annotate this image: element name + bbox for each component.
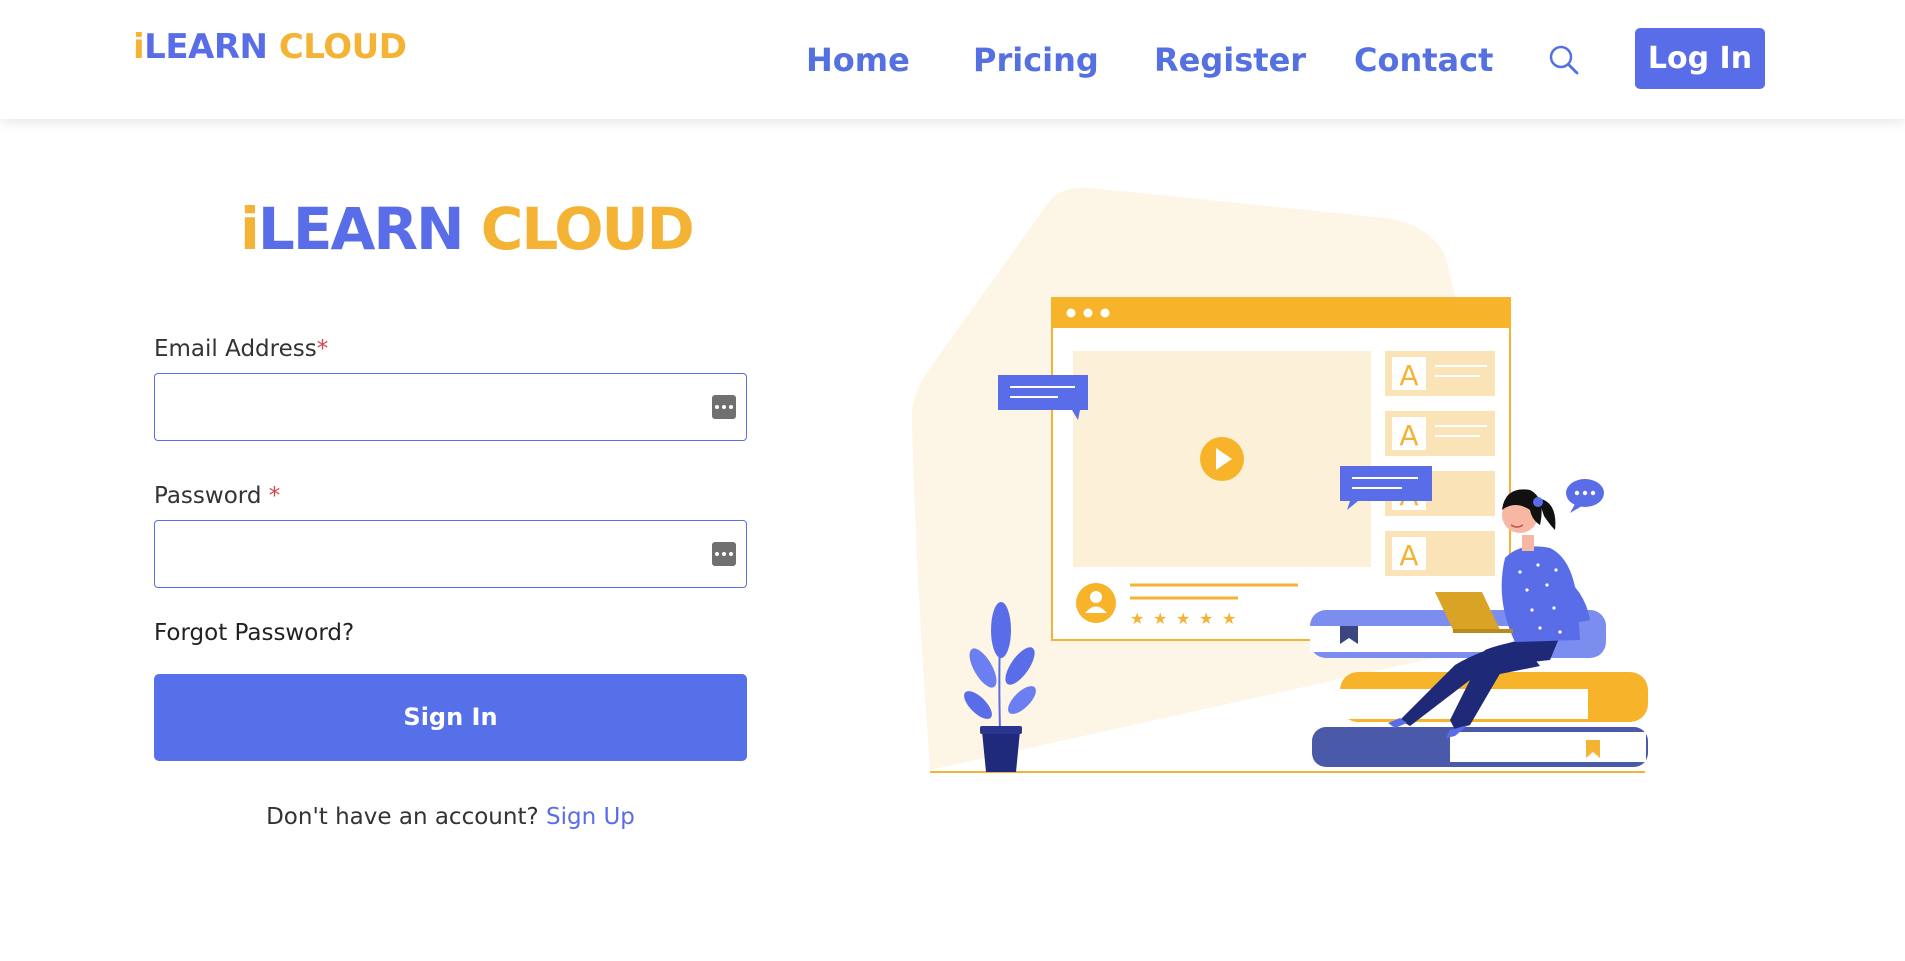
card-letter-a: A [1399, 359, 1418, 392]
sign-up-link[interactable]: Sign Up [546, 804, 635, 830]
email-label-text: Email Address [154, 336, 317, 362]
card-letter-a: A [1399, 539, 1418, 572]
form-brand-logo: iLEARN CLOUD [240, 200, 695, 258]
brand-logo-cloud: CLOUD [278, 27, 407, 67]
email-label: Email Address* [154, 336, 328, 362]
password-label: Password * [154, 483, 280, 509]
search-icon[interactable] [1546, 42, 1582, 78]
svg-text:★: ★ [1222, 609, 1236, 628]
brand-logo-i: i [133, 27, 145, 67]
password-label-text: Password [154, 483, 269, 509]
no-account-text: Don't have an account? [266, 804, 546, 830]
brand-logo[interactable]: iLEARN CLOUD [133, 27, 407, 67]
svg-text:★: ★ [1153, 609, 1167, 628]
signup-prompt: Don't have an account? Sign Up [154, 804, 747, 830]
forgot-password-link[interactable]: Forgot Password? [154, 620, 354, 646]
email-input[interactable] [155, 374, 746, 440]
form-brand-i: i [240, 195, 260, 263]
sign-in-button[interactable]: Sign In [154, 674, 747, 761]
form-brand-cloud: CLOUD [480, 195, 695, 263]
required-mark: * [316, 336, 329, 362]
card-letter-a: A [1399, 419, 1418, 452]
password-manager-icon[interactable] [712, 395, 736, 419]
login-button[interactable]: Log In [1635, 28, 1765, 89]
password-input[interactable] [155, 521, 746, 587]
brand-logo-learn: LEARN [144, 27, 268, 67]
svg-text:★: ★ [1199, 609, 1213, 628]
nav-contact-link[interactable]: Contact [1354, 35, 1493, 85]
nav-home-link[interactable]: Home [806, 35, 910, 85]
password-manager-icon[interactable] [712, 542, 736, 566]
online-learning-illustration: A A A A ★ ★ ★ ★ ★ [911, 187, 1648, 773]
svg-text:★: ★ [1176, 609, 1190, 628]
svg-text:★: ★ [1130, 609, 1144, 628]
form-brand-learn: LEARN [257, 195, 465, 263]
password-field[interactable] [154, 520, 747, 588]
required-mark: * [268, 483, 281, 509]
nav-register-link[interactable]: Register [1154, 35, 1306, 85]
top-navbar: iLEARN CLOUD Home Pricing Register Conta… [0, 0, 1905, 119]
email-field[interactable] [154, 373, 747, 441]
nav-pricing-link[interactable]: Pricing [973, 35, 1099, 85]
